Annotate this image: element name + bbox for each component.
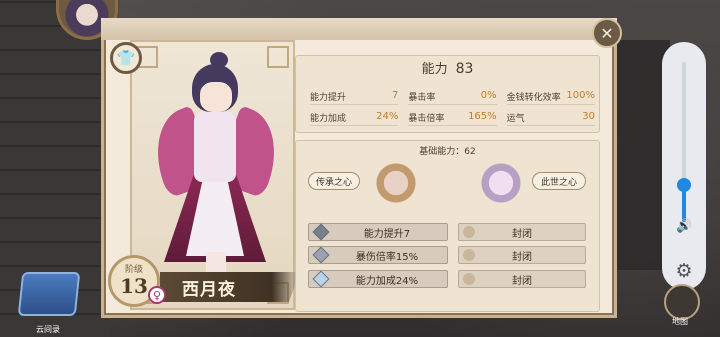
slot-label: 封闭 (512, 228, 532, 240)
character-name: 西月夜 (182, 279, 236, 300)
inheritance-slot[interactable]: 暴伤倍率15% (308, 246, 448, 264)
stat-value: 7 (391, 90, 399, 101)
close-button[interactable]: ✕ (592, 18, 622, 48)
cloud-record-label: 云间录 (36, 325, 60, 334)
inheritance-heart-label[interactable]: 传承之心 (308, 172, 360, 190)
stat-value: 30 (582, 111, 595, 122)
outfit-button[interactable]: 👕 (110, 42, 142, 74)
stat-item: 金钱转化效率 100% (506, 90, 595, 105)
stat-item: 暴击率 0% (408, 90, 497, 105)
inheritance-slot[interactable]: 能力加成24% (308, 270, 448, 288)
stat-label: 金钱转化效率 (506, 93, 561, 103)
stat-item: 能力提升 7 (310, 90, 399, 105)
stat-item: 运气 30 (506, 111, 595, 126)
base-ability: 基础能力：62 (419, 147, 476, 157)
stat-label: 能力提升 (310, 93, 347, 103)
gear-icon[interactable]: ⚙ (673, 260, 695, 282)
stat-label: 运气 (506, 114, 525, 124)
character-illustration (141, 52, 291, 282)
lock-icon (463, 273, 475, 285)
stat-label: 能力加成 (310, 114, 347, 124)
sealed-slot[interactable]: 封闭 (458, 270, 586, 288)
sealed-slot[interactable]: 封闭 (458, 223, 586, 241)
slot-label: 能力提升7 (363, 228, 411, 240)
speaker-icon[interactable]: 🔊 (676, 219, 692, 235)
rank-value: 13 (120, 274, 148, 298)
slot-label: 暴伤倍率15% (355, 251, 419, 263)
name-banner: 西月夜 (160, 272, 300, 302)
stat-value: 0% (480, 90, 497, 101)
stat-value: 24% (376, 111, 399, 122)
close-icon: ✕ (600, 23, 614, 43)
stat-value: 165% (468, 111, 497, 122)
lock-icon (463, 226, 475, 238)
slot-label: 封闭 (512, 251, 532, 263)
map-button[interactable] (664, 284, 700, 320)
world-heart[interactable] (470, 158, 532, 208)
gender-icon: ♀ (148, 286, 166, 304)
stats-title: 能力 83 (421, 61, 474, 77)
slot-label: 封闭 (512, 275, 532, 287)
stat-item: 能力加成 24% (310, 111, 399, 126)
shirt-icon: 👕 (116, 49, 136, 67)
stat-value: 100% (566, 90, 595, 101)
slot-label: 能力加成24% (355, 275, 419, 287)
stats-panel: 能力 83 能力提升 7 暴击率 0% 金钱转化效率 100% 能力加成 24% 暴击倍率 165%… (295, 55, 600, 133)
stat-item: 暴击倍率 165% (408, 111, 497, 126)
panel-topbar (101, 18, 617, 40)
inheritance-slot[interactable]: 能力提升7 (308, 223, 448, 241)
inheritance-heart[interactable] (365, 158, 427, 208)
stat-label: 暴击率 (408, 93, 436, 103)
cloud-record-button[interactable] (17, 272, 81, 316)
map-label: 地图 (672, 317, 688, 326)
background-dark-area (610, 40, 670, 270)
world-heart-label[interactable]: 此世之心 (532, 172, 586, 190)
sealed-slot[interactable]: 封闭 (458, 246, 586, 264)
stat-label: 暴击倍率 (408, 114, 445, 124)
lock-icon (463, 249, 475, 261)
